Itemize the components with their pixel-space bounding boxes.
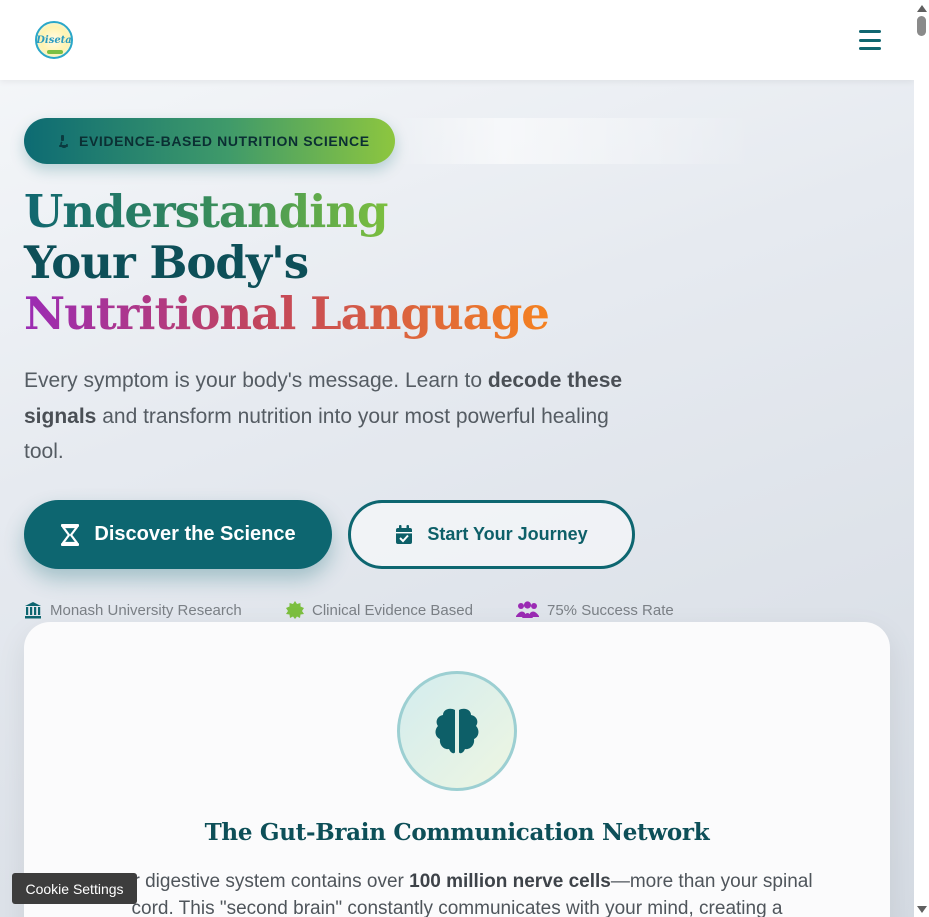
site-logo[interactable]: Diseta (35, 21, 73, 59)
brain-icon-circle (397, 671, 517, 791)
logo-leaf-icon (47, 50, 63, 54)
site-header: Diseta (0, 0, 914, 80)
hero-description: Every symptom is your body's message. Le… (24, 363, 634, 470)
certificate-icon (286, 601, 304, 619)
hero-title-line-1: Understanding (24, 185, 389, 238)
trust-label: Clinical Evidence Based (312, 601, 473, 619)
gut-brain-card: The Gut-Brain Communication Network Your… (24, 622, 890, 917)
menu-bar-icon (859, 38, 881, 42)
discover-science-button[interactable]: Discover the Science (24, 500, 332, 569)
card-text-part-1: Your digestive system contains over (101, 871, 410, 892)
trust-item-success: 75% Success Rate (516, 601, 674, 619)
hero-badge: EVIDENCE-BASED NUTRITION SCIENCE (24, 118, 395, 164)
card-title: The Gut-Brain Communication Network (204, 819, 710, 846)
menu-bar-icon (859, 47, 881, 50)
trust-item-clinical: Clinical Evidence Based (286, 601, 473, 619)
calendar-check-icon (396, 524, 413, 544)
start-journey-button[interactable]: Start Your Journey (348, 500, 635, 569)
trust-item-monash: Monash University Research (24, 601, 242, 619)
scroll-down-arrow-icon[interactable] (917, 906, 927, 913)
microscope-icon (59, 135, 68, 148)
users-icon (516, 601, 539, 618)
menu-bar-icon (859, 30, 881, 33)
hero-badge-label: EVIDENCE-BASED NUTRITION SCIENCE (79, 133, 370, 149)
hero-desc-part-1: Every symptom is your body's message. Le… (24, 369, 488, 392)
hero-desc-part-2: and transform nutrition into your most p… (24, 404, 609, 464)
card-description: Your digestive system contains over 100 … (84, 868, 830, 917)
cookie-settings-button[interactable]: Cookie Settings (12, 873, 137, 904)
university-icon (25, 602, 41, 619)
hero-title-line-2: Your Body's (24, 236, 309, 289)
scroll-up-arrow-icon[interactable] (917, 5, 927, 12)
trust-label: Monash University Research (50, 601, 242, 619)
hamburger-menu-button[interactable] (859, 30, 881, 50)
hero-title: Understanding Your Body's Nutritional La… (24, 186, 644, 339)
hourglass-icon (61, 523, 80, 546)
badge-glow (395, 118, 755, 164)
page-scrollbar[interactable] (914, 0, 929, 917)
card-text-bold: 100 million nerve cells (409, 871, 611, 892)
discover-science-label: Discover the Science (94, 523, 296, 545)
logo-text: Diseta (36, 34, 72, 46)
trust-label: 75% Success Rate (547, 601, 674, 619)
start-journey-label: Start Your Journey (427, 524, 588, 544)
hero-title-line-3: Nutritional Language (24, 287, 550, 340)
scroll-thumb[interactable] (917, 16, 926, 36)
brain-icon (435, 708, 479, 754)
